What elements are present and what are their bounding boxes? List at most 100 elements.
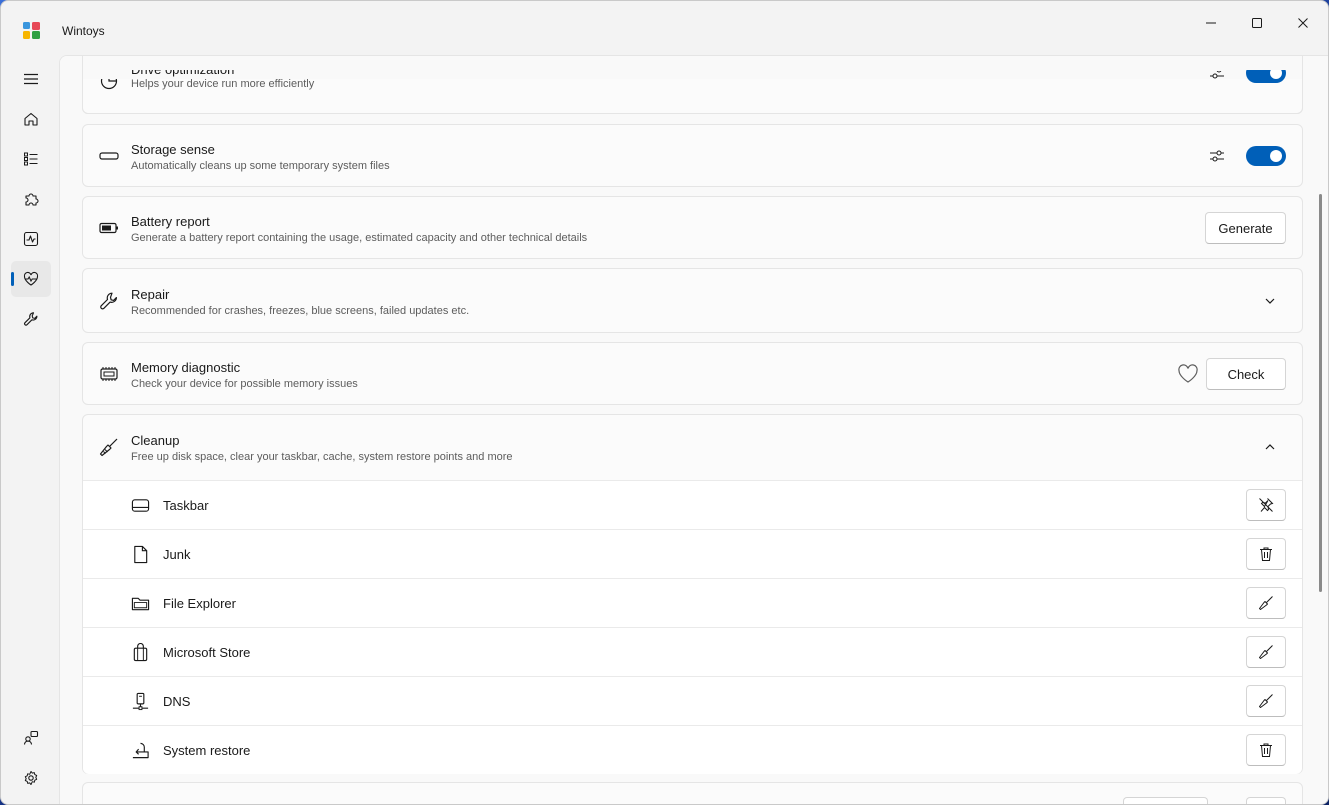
toggle-knob <box>1270 150 1282 162</box>
cleanup-item-system-restore: System restore <box>83 725 1302 774</box>
nav-item-settings[interactable] <box>11 760 51 796</box>
health-heart-icon <box>23 271 39 286</box>
dns-network-icon <box>130 691 150 711</box>
chevron-up-icon[interactable] <box>1263 440 1277 454</box>
card-storage-sense: Storage sense Automatically cleans up so… <box>82 124 1303 187</box>
adjust-settings-icon[interactable] <box>1208 64 1226 82</box>
partial-icon-button[interactable] <box>1246 797 1286 804</box>
cleanup-item-dns: DNS <box>83 676 1302 725</box>
card-subtitle: Automatically cleans up some temporary s… <box>131 160 390 172</box>
card-battery-report: Battery report Generate a battery report… <box>82 196 1303 259</box>
nav-item-health[interactable] <box>11 261 51 297</box>
card-title: Cleanup <box>131 433 180 448</box>
taskbar-icon <box>130 495 150 515</box>
apps-list-icon <box>24 152 38 166</box>
performance-pulse-icon <box>23 231 39 247</box>
cleanup-header[interactable]: Cleanup Free up disk space, clear your t… <box>83 415 1302 480</box>
folder-icon <box>130 593 150 613</box>
delete-junk-button[interactable] <box>1246 538 1286 570</box>
memory-chip-icon <box>98 363 120 385</box>
card-title: Battery report <box>131 214 210 229</box>
broom-icon <box>1259 645 1273 659</box>
clean-file-explorer-button[interactable] <box>1246 587 1286 619</box>
broom-icon <box>1259 596 1273 610</box>
content-area[interactable]: Drive optimization Helps your device run… <box>59 55 1328 804</box>
hamburger-menu-icon <box>24 73 38 85</box>
close-button[interactable] <box>1280 1 1326 45</box>
toggle-knob <box>1270 70 1282 79</box>
wrench-icon <box>98 290 120 312</box>
card-next-partial <box>82 782 1303 804</box>
cleanup-item-label: Microsoft Store <box>163 645 251 660</box>
unpin-icon <box>1259 498 1274 512</box>
clean-microsoft-store-button[interactable] <box>1246 636 1286 668</box>
wintoys-logo-icon <box>23 22 40 39</box>
account-switch-icon <box>23 730 39 745</box>
cleanup-item-file-explorer: File Explorer <box>83 578 1302 627</box>
card-subtitle: Helps your device run more efficiently <box>131 78 315 90</box>
drive-optimization-icon <box>98 79 120 92</box>
adjust-settings-icon[interactable] <box>1208 147 1226 165</box>
cleanup-item-taskbar: Taskbar <box>83 480 1302 529</box>
clean-dns-button[interactable] <box>1246 685 1286 717</box>
store-bag-icon <box>130 642 150 662</box>
wrench-icon <box>24 312 38 326</box>
card-subtitle: Recommended for crashes, freezes, blue s… <box>131 305 470 317</box>
chevron-down-icon[interactable] <box>1263 294 1277 308</box>
card-subtitle: Check your device for possible memory is… <box>131 378 358 390</box>
storage-drive-icon <box>98 145 120 167</box>
cleanup-item-label: Junk <box>163 547 191 562</box>
cleanup-item-microsoft-store: Microsoft Store <box>83 627 1302 676</box>
minimize-icon <box>1206 22 1216 24</box>
cleanup-item-junk: Junk <box>83 529 1302 578</box>
unpin-taskbar-button[interactable] <box>1246 489 1286 521</box>
cleanup-item-label: File Explorer <box>163 596 236 611</box>
battery-icon <box>98 217 120 239</box>
card-repair[interactable]: Repair Recommended for crashes, freezes,… <box>82 268 1303 333</box>
app-window: Wintoys Drive optimization Helps your de… <box>0 0 1329 805</box>
generate-button[interactable]: Generate <box>1205 212 1286 244</box>
navigation-rail <box>1 55 59 804</box>
nav-item-services[interactable] <box>11 181 51 217</box>
storage-sense-toggle[interactable] <box>1246 146 1286 166</box>
card-drive-optimization-visible: Drive optimization Helps your device run… <box>82 56 1303 114</box>
broom-icon <box>1259 694 1273 708</box>
close-icon <box>1298 18 1308 28</box>
card-title: Storage sense <box>131 142 215 157</box>
card-title: Drive optimization <box>131 62 235 77</box>
nav-item-home[interactable] <box>11 101 51 137</box>
card-title: Repair <box>131 287 170 302</box>
puzzle-icon <box>25 193 39 206</box>
minimize-button[interactable] <box>1188 1 1234 45</box>
card-subtitle: Free up disk space, clear your taskbar, … <box>131 451 513 463</box>
trash-icon <box>1260 547 1272 561</box>
home-icon <box>24 112 38 126</box>
selection-indicator <box>11 272 14 286</box>
app-title: Wintoys <box>62 24 105 38</box>
maximize-icon <box>1252 18 1262 28</box>
title-bar[interactable]: Wintoys <box>1 1 1328 55</box>
maximize-button[interactable] <box>1234 1 1280 45</box>
vertical-scrollbar[interactable] <box>1319 194 1322 592</box>
cleanup-item-label: Taskbar <box>163 498 209 513</box>
partial-button[interactable] <box>1123 797 1208 804</box>
document-icon <box>130 544 150 564</box>
settings-gear-icon <box>24 771 38 785</box>
check-button[interactable]: Check <box>1206 358 1286 390</box>
card-cleanup: Cleanup Free up disk space, clear your t… <box>82 414 1303 774</box>
nav-item-account[interactable] <box>11 720 51 756</box>
nav-item-performance[interactable] <box>11 221 51 257</box>
drive-optimization-toggle[interactable] <box>1246 70 1286 83</box>
card-memory-diagnostic: Memory diagnostic Check your device for … <box>82 342 1303 405</box>
cleanup-item-label: DNS <box>163 694 191 709</box>
trash-icon <box>1260 743 1272 757</box>
nav-item-apps[interactable] <box>11 141 51 177</box>
heart-outline-icon[interactable] <box>1177 364 1199 384</box>
cleanup-item-label: System restore <box>163 743 251 758</box>
card-title: Memory diagnostic <box>131 360 241 375</box>
hamburger-menu-button[interactable] <box>11 61 51 97</box>
card-subtitle: Generate a battery report containing the… <box>131 232 588 244</box>
nav-item-tools[interactable] <box>11 301 51 337</box>
system-restore-icon <box>130 740 150 760</box>
delete-restore-points-button[interactable] <box>1246 734 1286 766</box>
